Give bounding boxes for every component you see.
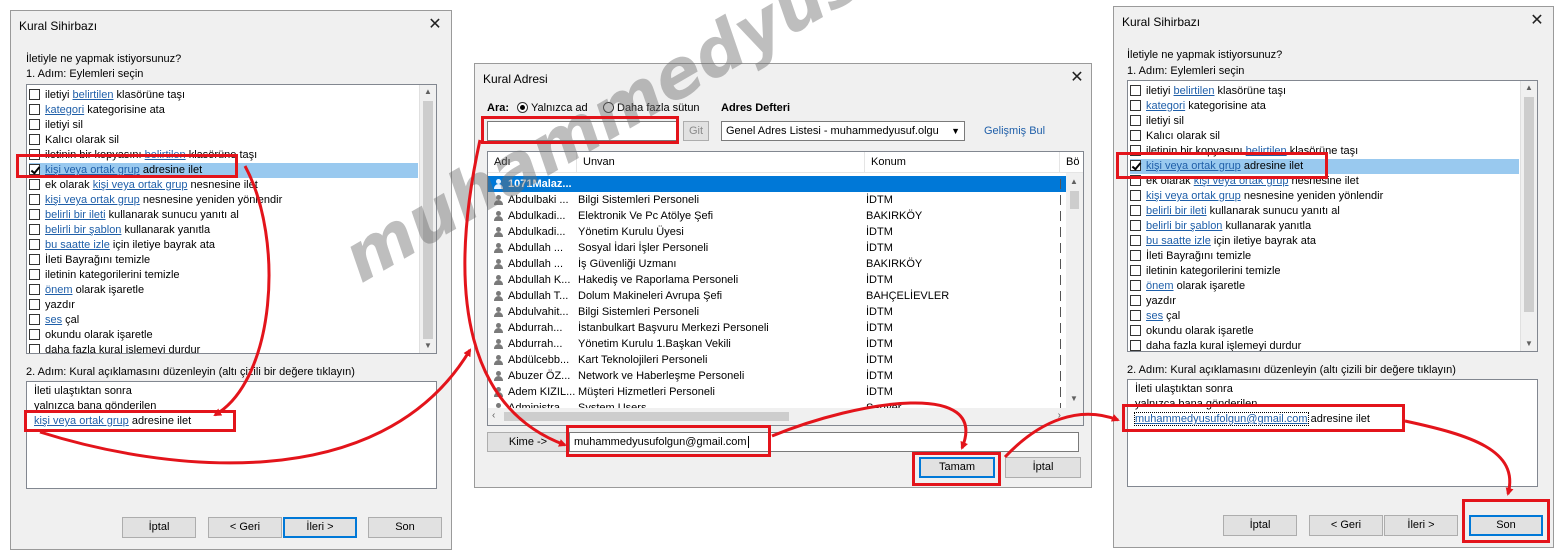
arrow-desc-to-search [39, 348, 472, 465]
arrow-ok-to-right-dialog [1003, 412, 1120, 459]
arrow-email-to-finish [1404, 419, 1514, 496]
arrow-action-to-desc [213, 165, 271, 417]
annotation-arrows [39, 139, 1514, 496]
arrow-to-field-to-ok [771, 401, 968, 450]
arrow-list-to-to-field [463, 139, 567, 447]
